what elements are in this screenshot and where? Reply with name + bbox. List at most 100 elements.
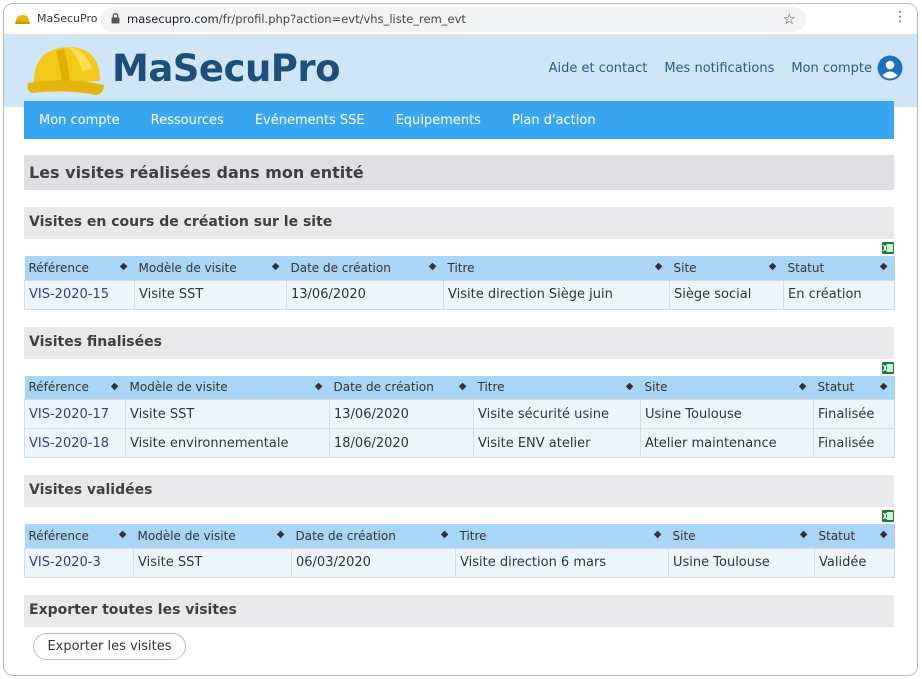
browser-menu-icon[interactable]: ⋮ [893,10,907,24]
excel-export-icon[interactable] [882,510,894,522]
sort-icon[interactable]: ◆ [880,261,888,272]
main-content: Les visites réalisées dans mon entité Vi… [24,155,895,660]
sort-icon[interactable]: ◆ [111,381,119,392]
column-header[interactable]: Modèle de visite ◆ [133,524,292,548]
table-cell: Finalisée [813,428,895,458]
sort-icon[interactable]: ◆ [799,381,807,392]
table-row[interactable]: VIS-2020-3 Visite SST 06/03/2020 Visite … [24,547,895,578]
sort-icon[interactable]: ◆ [277,529,285,540]
column-header[interactable]: Date de création ◆ [291,524,456,548]
main-nav: Mon compte Ressources Evénements SSE Equ… [24,101,894,139]
excel-export-icon[interactable] [882,361,894,374]
column-header-label: Date de création [333,380,434,395]
column-header[interactable]: Titre ◆ [455,524,669,548]
notifications-link[interactable]: Mes notifications [664,61,774,76]
table-row[interactable]: VIS-2020-17 Visite SST 13/06/2020 Visite… [24,399,895,429]
table-cell: Visite SST [133,547,292,578]
brand-logo-text[interactable]: MaSecuPro [112,47,341,90]
column-header[interactable]: Date de création ◆ [329,375,474,400]
url-text: masecupro.com/fr/profil.php?action=evt/v… [127,12,466,26]
helmet-logo-icon[interactable] [26,41,106,97]
column-header[interactable]: Référence ◆ [24,524,134,548]
column-header-label: Modèle de visite [137,528,236,543]
nav-my-account[interactable]: Mon compte [39,113,120,128]
tab-title[interactable]: MaSecuPro [37,12,97,25]
table-cell: Visite direction Siège juin [443,279,670,310]
my-account-link[interactable]: Mon compte [791,61,872,76]
sort-icon[interactable]: ◆ [626,381,634,392]
helmet-favicon-icon [15,15,30,24]
sort-icon[interactable]: ◆ [654,529,662,540]
section-title-export: Exporter toutes les visites [24,594,894,627]
nav-action-plan[interactable]: Plan d'action [512,113,596,128]
sort-icon[interactable]: ◆ [655,261,663,272]
column-header-label: Référence [28,528,89,543]
address-bar[interactable]: masecupro.com/fr/profil.php?action=evt/v… [100,7,806,32]
sort-icon[interactable]: ◆ [119,529,127,540]
sort-icon[interactable]: ◆ [459,381,467,392]
sort-icon[interactable]: ◆ [880,529,888,540]
browser-bar: MaSecuPro masecupro.com/fr/profil.php?ac… [4,4,917,35]
table-cell: Visite ENV atelier [473,428,641,458]
help-contact-link[interactable]: Aide et contact [549,61,648,76]
table-cell: Finalisée [813,399,895,429]
export-row [24,507,894,524]
section-title-in-progress: Visites en cours de création sur le site [24,207,894,239]
table-cell: 13/06/2020 [329,399,474,429]
table-row[interactable]: VIS-2020-15 Visite SST 13/06/2020 Visite… [24,279,895,310]
nav-equipment[interactable]: Equipements [396,113,481,128]
sort-icon[interactable]: ◆ [800,529,808,540]
reference-link[interactable]: VIS-2020-18 [24,428,126,458]
column-header[interactable]: Statut ◆ [814,524,895,548]
table-cell: Usine Toulouse [668,547,815,578]
export-row [24,359,894,376]
column-header[interactable]: Site ◆ [669,256,784,280]
table-cell: Visite SST [125,399,330,429]
column-header-label: Date de création [295,528,396,543]
table-cell: Visite SST [134,279,287,310]
column-header[interactable]: Site ◆ [640,375,814,400]
export-visits-button[interactable]: Exporter les visites [33,632,186,660]
column-header-label: Site [672,528,696,543]
user-account-icon[interactable] [877,55,903,81]
reference-link[interactable]: VIS-2020-15 [24,279,135,310]
table-row[interactable]: VIS-2020-18 Visite environnementale 18/0… [24,428,895,458]
sort-icon[interactable]: ◆ [880,381,888,392]
url-path: /fr/profil.php?action=evt/vhs_liste_rem_… [218,12,466,26]
excel-export-icon[interactable] [882,242,894,254]
column-header[interactable]: Titre ◆ [473,375,641,400]
table-cell: Validée [814,547,895,578]
column-header[interactable]: Modèle de visite ◆ [134,256,287,280]
site-header: MaSecuPro Aide et contact Mes notificati… [4,35,917,107]
reference-link[interactable]: VIS-2020-17 [24,399,126,429]
sort-icon[interactable]: ◆ [429,261,437,272]
column-header-label: Référence [28,380,89,395]
sort-icon[interactable]: ◆ [272,261,280,272]
column-header[interactable]: Site ◆ [668,524,815,548]
column-header-label: Statut [817,380,855,395]
column-header[interactable]: Référence ◆ [24,375,126,400]
sort-icon[interactable]: ◆ [769,261,777,272]
reference-link[interactable]: VIS-2020-3 [24,547,134,578]
column-header-label: Titre [459,528,487,543]
page-title: Les visites réalisées dans mon entité [24,155,894,190]
nav-resources[interactable]: Ressources [151,113,224,128]
column-header-label: Statut [818,528,856,543]
sort-icon[interactable]: ◆ [315,381,323,392]
sort-icon[interactable]: ◆ [120,261,128,272]
column-header[interactable]: Date de création ◆ [286,256,444,280]
column-header[interactable]: Référence ◆ [24,256,135,280]
table-cell: Visite sécurité usine [473,399,641,429]
column-header[interactable]: Statut ◆ [783,256,895,280]
table-in-progress: Référence ◆ Modèle de visite ◆ Date de cré… [24,256,895,310]
column-header-label: Référence [28,260,89,275]
nav-sse-events[interactable]: Evénements SSE [255,113,365,128]
bookmark-star-icon[interactable]: ☆ [783,10,796,28]
table-cell: Visite environnementale [125,428,330,458]
export-row [24,239,894,256]
column-header[interactable]: Statut ◆ [813,375,895,400]
table-cell: En création [783,279,895,310]
column-header[interactable]: Titre ◆ [443,256,670,280]
sort-icon[interactable]: ◆ [441,529,449,540]
column-header[interactable]: Modèle de visite ◆ [125,375,330,400]
